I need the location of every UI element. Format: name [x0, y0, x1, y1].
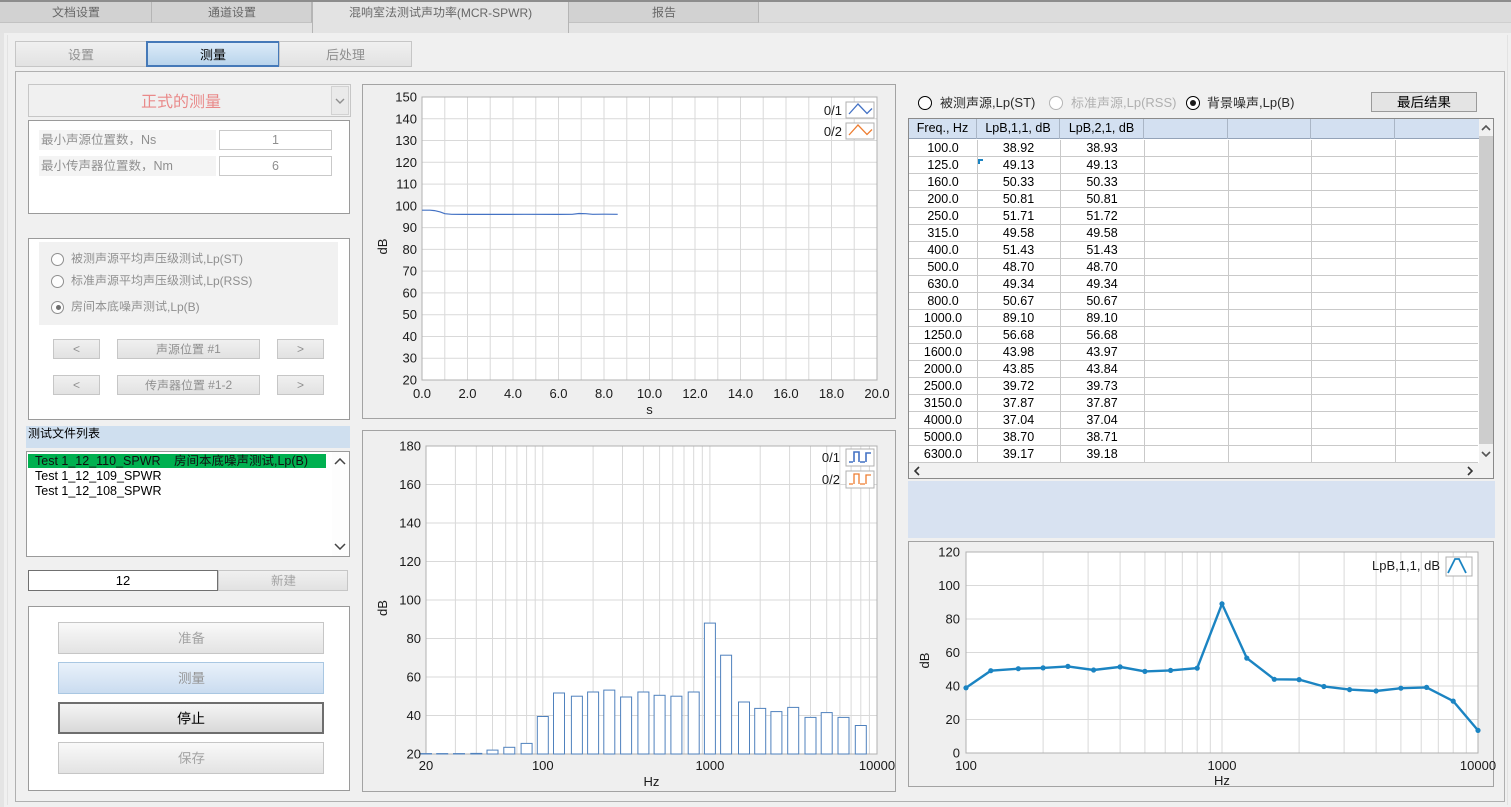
svg-text:120: 120	[938, 545, 960, 560]
svg-text:40: 40	[407, 708, 421, 723]
svg-text:100: 100	[395, 198, 417, 213]
svg-text:10.0: 10.0	[637, 386, 662, 401]
svg-text:4.0: 4.0	[504, 386, 522, 401]
svg-text:100: 100	[938, 578, 960, 593]
svg-text:dB: dB	[917, 653, 932, 669]
svg-text:140: 140	[395, 111, 417, 126]
svg-text:90: 90	[403, 220, 417, 235]
svg-text:160: 160	[399, 477, 421, 492]
svg-text:14.0: 14.0	[728, 386, 753, 401]
svg-text:60: 60	[946, 645, 960, 660]
svg-text:0/1: 0/1	[824, 103, 842, 118]
svg-text:110: 110	[396, 177, 417, 192]
svg-text:dB: dB	[375, 239, 390, 255]
svg-text:10000: 10000	[1460, 758, 1496, 773]
svg-text:6.0: 6.0	[549, 386, 567, 401]
svg-text:dB: dB	[375, 600, 390, 616]
svg-text:16.0: 16.0	[773, 386, 798, 401]
svg-text:0/2: 0/2	[824, 124, 842, 139]
svg-text:0/1: 0/1	[822, 450, 840, 465]
svg-text:18.0: 18.0	[819, 386, 844, 401]
svg-text:0.0: 0.0	[413, 386, 431, 401]
svg-text:0/2: 0/2	[822, 472, 840, 487]
svg-text:100: 100	[955, 758, 977, 773]
svg-text:20: 20	[946, 712, 960, 727]
svg-text:60: 60	[403, 285, 417, 300]
svg-text:20: 20	[419, 758, 433, 773]
svg-text:Hz: Hz	[644, 774, 660, 789]
svg-text:150: 150	[395, 90, 417, 105]
svg-text:12.0: 12.0	[682, 386, 707, 401]
svg-text:80: 80	[946, 612, 960, 627]
svg-text:40: 40	[946, 679, 960, 694]
svg-text:120: 120	[395, 155, 417, 170]
svg-text:1000: 1000	[1208, 758, 1237, 773]
svg-text:40: 40	[403, 329, 417, 344]
svg-text:100: 100	[399, 593, 421, 608]
svg-text:LpB,1,1, dB: LpB,1,1, dB	[1372, 558, 1440, 573]
svg-text:60: 60	[407, 670, 421, 685]
svg-text:20.0: 20.0	[864, 386, 889, 401]
svg-text:s: s	[646, 402, 653, 417]
svg-text:30: 30	[403, 351, 417, 366]
svg-text:100: 100	[532, 758, 554, 773]
svg-text:120: 120	[399, 554, 421, 569]
svg-text:Hz: Hz	[1214, 773, 1230, 788]
svg-text:50: 50	[403, 307, 417, 322]
svg-text:70: 70	[403, 264, 417, 279]
svg-text:1000: 1000	[695, 758, 724, 773]
svg-text:130: 130	[395, 133, 417, 148]
svg-text:140: 140	[399, 516, 421, 531]
svg-text:8.0: 8.0	[595, 386, 613, 401]
svg-text:80: 80	[403, 242, 417, 257]
svg-text:10000: 10000	[859, 758, 895, 773]
svg-text:180: 180	[399, 439, 421, 454]
svg-text:80: 80	[407, 631, 421, 646]
svg-text:2.0: 2.0	[458, 386, 476, 401]
